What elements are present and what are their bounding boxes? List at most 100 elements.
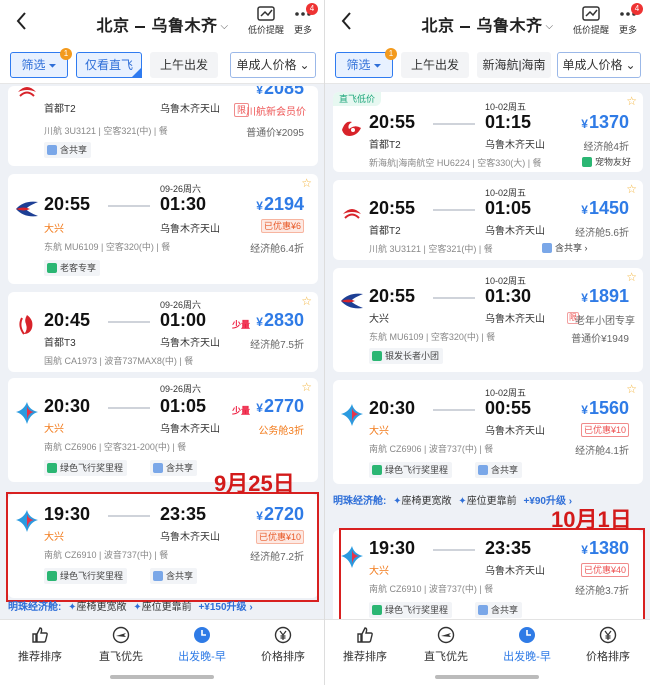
more-button[interactable]: 更多 4 (294, 3, 319, 36)
right-screen: 北京 乌鲁木齐 ⌵ 低价提醒 更多 4 筛选 ⏷ 1 上午出发 新海航|海南 单成人价格… (325, 0, 650, 685)
green-mileage-chip: 绿色飞行奖里程 (44, 460, 128, 476)
checked-corner-icon (131, 67, 142, 78)
funnel-icon: ⏷ (373, 61, 382, 72)
yen-circle-icon (599, 626, 617, 644)
star-icon[interactable]: ☆ (301, 294, 312, 308)
premium-economy-promo[interactable]: 明珠经济舱: ✦座椅更宽敞 ✦座位更靠前 +¥150升级 › (8, 598, 318, 618)
chevron-down-icon: ⌄ (625, 58, 636, 72)
funnel-icon: ⏷ (48, 61, 57, 72)
low-price-alert-button[interactable]: 低价提醒 (573, 6, 609, 36)
home-indicator (435, 675, 539, 679)
senior-group-chip: 银发长者小团 (369, 348, 444, 364)
bottom-nav: 推荐排序 直飞优先 出发晚-早 价格排序 (325, 619, 650, 685)
clock-icon (519, 627, 535, 643)
low-price-alert-button[interactable]: 低价提醒 (248, 6, 284, 36)
morning-departure-chip[interactable]: 上午出发 (401, 52, 469, 78)
date-annotation: 10月1日 (551, 507, 632, 532)
codeshare-chip: 含共享 (44, 142, 92, 158)
price: ¥1891 (581, 286, 629, 306)
china-southern-logo-icon (341, 404, 363, 426)
notification-badge: 4 (631, 3, 644, 15)
price: ¥2194 (256, 194, 304, 214)
flight-card[interactable]: 10-02周五 20:30 00:55 ¥1560 ☆ 大兴 乌鲁木齐天山 已优… (333, 380, 643, 484)
green-mileage-chip: 绿色飞行奖里程 (369, 462, 453, 478)
thumbs-up-icon (32, 627, 48, 643)
star-icon[interactable]: ☆ (626, 270, 637, 284)
filter-count-badge: 1 (385, 48, 397, 60)
chevron-down-icon: ⌄ (299, 58, 310, 72)
star-icon[interactable]: ☆ (301, 380, 312, 394)
nav-direct-first[interactable]: 直飞优先 (81, 626, 161, 664)
flight-card[interactable]: 首都T2 乌鲁木齐天山 ¥2085 限 川航新会员价 川航 3U3121 | 空… (8, 86, 318, 166)
direct-low-price-badge: 直飞低价 (333, 92, 382, 106)
price-chart-icon (582, 6, 600, 21)
date-annotation: 9月25日 (214, 471, 295, 496)
plane-circle-icon (437, 626, 455, 644)
destination-city: 乌鲁木齐 (151, 18, 218, 35)
price: ¥1450 (581, 198, 629, 218)
highlight-box (6, 492, 319, 602)
nav-price-sort[interactable]: 价格排序 (568, 626, 648, 664)
filter-button[interactable]: 筛选 ⏷ 1 (10, 48, 72, 78)
destination-city: 乌鲁木齐 (476, 18, 543, 35)
home-indicator (110, 675, 214, 679)
highlight-box (339, 528, 645, 628)
flight-card[interactable]: 09-26周六 20:45 01:00 少量 ¥2830 ☆ 首都T3 乌鲁木齐… (8, 292, 318, 372)
price-type-dropdown[interactable]: 单成人价格 ⌄ (230, 52, 316, 78)
discount-tag: 已优惠¥6 (260, 219, 304, 233)
china-eastern-logo-icon (341, 293, 363, 309)
thumbs-up-icon (357, 627, 373, 643)
flight-card[interactable]: 09-26周六 20:55 01:30 ¥2194 ☆ 大兴 乌鲁木齐天山 已优… (8, 174, 318, 284)
star-icon[interactable]: ☆ (626, 182, 637, 196)
filter-bar: 筛选 ⏷ 1 仅看直飞 上午出发 单成人价格 ⌄ (0, 44, 324, 84)
price: ¥2085 (256, 86, 304, 98)
nav-recommended[interactable]: 推荐排序 (0, 626, 80, 664)
flight-card[interactable]: 10-02周五 20:55 01:30 ¥1891 ☆ 大兴 乌鲁木齐天山 限 … (333, 268, 643, 372)
price: ¥2830 (256, 310, 304, 330)
nav-price-sort[interactable]: 价格排序 (243, 626, 323, 664)
airline-chip[interactable]: 新海航|海南 (477, 52, 551, 78)
flight-card[interactable]: 直飞低价 10-02周五 20:55 01:15 ¥1370 ☆ 首都T2 乌鲁… (333, 92, 643, 172)
price: ¥1560 (581, 398, 629, 418)
returning-customer-chip: 老客专享 (44, 260, 101, 276)
china-eastern-logo-icon (16, 201, 38, 217)
nav-departure-late-early[interactable]: 出发晚-早 (162, 626, 242, 664)
nav-direct-first[interactable]: 直飞优先 (406, 626, 486, 664)
star-icon[interactable]: ☆ (626, 94, 637, 108)
notification-badge: 4 (306, 3, 319, 15)
left-screen: 北京 乌鲁木齐 ⌵ 低价提醒 更多 4 筛选 ⏷ 1 仅看直飞 上午出发 单成人价格 ⌄ … (0, 0, 325, 685)
morning-departure-chip[interactable]: 上午出发 (150, 52, 218, 78)
sichuan-airlines-logo-icon (18, 87, 36, 97)
pet-friendly-chip: 宠物友好 (579, 154, 636, 170)
origin-city: 北京 (421, 18, 455, 35)
price: ¥2770 (256, 396, 304, 416)
header: 北京 乌鲁木齐 ⌵ 低价提醒 更多 4 (325, 0, 650, 44)
bottom-nav: 推荐排序 直飞优先 出发晚-早 价格排序 (0, 619, 324, 685)
flight-card[interactable]: 10-02周五 20:55 01:05 ¥1450 ☆ 首都T2 乌鲁木齐天山 … (333, 180, 643, 260)
header: 北京 乌鲁木齐 ⌵ 低价提醒 更多 4 (0, 0, 324, 44)
star-icon[interactable]: ☆ (626, 382, 637, 396)
discount-tag: 已优惠¥10 (580, 423, 629, 437)
price: ¥1370 (581, 112, 629, 132)
chevron-down-icon: ⌵ (220, 21, 229, 33)
hainan-airlines-logo-icon (342, 121, 361, 136)
codeshare-chip: 含共享 › (539, 240, 592, 256)
chevron-down-icon: ⌵ (545, 21, 554, 33)
yen-circle-icon (274, 626, 292, 644)
more-button[interactable]: 更多 4 (619, 3, 644, 36)
codeshare-chip: 含共享 (475, 462, 523, 478)
filter-bar: 筛选 ⏷ 1 上午出发 新海航|海南 单成人价格 ⌄ (325, 44, 650, 84)
codeshare-chip: 含共享 (150, 460, 198, 476)
air-china-logo-icon (19, 315, 33, 335)
clock-icon (194, 627, 210, 643)
nav-departure-late-early[interactable]: 出发晚-早 (487, 626, 567, 664)
filter-count-badge: 1 (60, 48, 72, 60)
direct-only-chip[interactable]: 仅看直飞 (76, 52, 142, 78)
plane-circle-icon (112, 626, 130, 644)
nav-recommended[interactable]: 推荐排序 (325, 626, 405, 664)
origin-city: 北京 (96, 18, 130, 35)
filter-button[interactable]: 筛选 ⏷ 1 (335, 48, 397, 78)
price-chart-icon (257, 6, 275, 21)
star-icon[interactable]: ☆ (301, 176, 312, 190)
price-type-dropdown[interactable]: 单成人价格 ⌄ (557, 52, 641, 78)
